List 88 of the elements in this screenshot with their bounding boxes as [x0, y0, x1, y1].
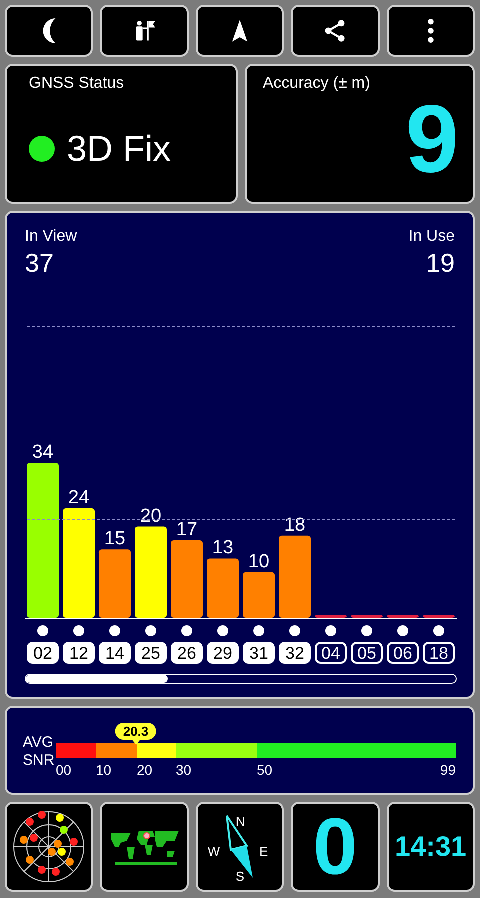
satellite-dot	[398, 625, 408, 636]
x-tick-label: 26	[178, 644, 196, 662]
scroll-bar[interactable]	[25, 674, 457, 684]
in-use-label: In Use	[408, 227, 455, 247]
card-title: Accuracy (± m)	[263, 74, 372, 94]
bar	[351, 614, 383, 618]
bar-value: 24	[68, 487, 90, 508]
speed-button[interactable]: 0	[291, 802, 380, 892]
moon-button[interactable]	[5, 5, 94, 57]
bar-value: 10	[248, 550, 270, 572]
world-map-icon	[108, 829, 181, 865]
clock-time: 14:31	[395, 833, 467, 861]
clock-button[interactable]: 14:31	[386, 802, 476, 892]
share-button[interactable]	[291, 5, 380, 57]
bar-value: 34	[32, 441, 54, 462]
more-icon	[428, 19, 434, 43]
x-tick-label: 06	[394, 644, 412, 662]
x-tick-label: 32	[286, 644, 304, 662]
bar	[207, 558, 239, 618]
scale-tick-label: 30	[176, 761, 192, 780]
x-tick-label: 31	[250, 644, 268, 662]
x-tick-label: 12	[70, 644, 88, 662]
x-tick-label: 29	[214, 644, 232, 662]
scale-tick-label: 50	[257, 761, 273, 780]
satellite-id-chip: 14	[99, 642, 131, 664]
north-label: N	[236, 813, 246, 831]
fix-status: 3D Fix	[67, 127, 172, 171]
satellite-id-chip: 12	[63, 642, 95, 664]
card-title: GNSS Status	[29, 74, 126, 94]
satellite-dot	[434, 625, 444, 636]
satellite-dot	[290, 625, 300, 636]
compass-button[interactable]: N E S W	[196, 802, 284, 892]
scale-tick-label: 99	[440, 761, 456, 780]
in-use-count: 19	[426, 247, 455, 280]
east-label: E	[260, 843, 268, 861]
x-tick-label: 25	[142, 644, 160, 662]
satellite-id-chip: 06	[387, 642, 419, 664]
satellite-id-chip: 29	[207, 642, 239, 664]
scale-tick-label: 00	[56, 761, 72, 780]
x-tick-label: 18	[430, 644, 448, 662]
avg-label: AVG	[23, 734, 55, 752]
satellite-dot	[146, 625, 156, 636]
satellite-id-chip: 04	[315, 642, 347, 664]
satellite-id-chip: 26	[171, 642, 203, 664]
satellite-dot	[182, 625, 192, 636]
in-view-count: 37	[25, 247, 55, 280]
navigation-arrow-button[interactable]	[196, 5, 284, 57]
bar-value: 13	[212, 537, 234, 558]
bar-value: 15	[104, 528, 126, 550]
in-view-label: In View	[25, 227, 78, 247]
satellite-id-chip: 18	[423, 642, 455, 664]
satellite-id-chip: 25	[135, 642, 167, 664]
satellite-dot	[218, 625, 228, 636]
bar-value: 17	[176, 518, 198, 540]
bar	[423, 614, 455, 618]
accuracy-value: 9	[406, 92, 459, 188]
scale-tick-label: 20	[137, 761, 153, 780]
speed-value: 0	[313, 807, 358, 887]
satellite-dot	[362, 625, 372, 636]
sky-plot-button[interactable]	[5, 802, 94, 892]
bar	[387, 614, 419, 618]
more-button[interactable]	[386, 5, 476, 57]
satellite-dot	[326, 625, 336, 636]
snr-label: SNR	[23, 752, 56, 770]
satellite-id-chip: 05	[351, 642, 383, 664]
bar	[243, 572, 275, 618]
satellite-id-chip: 32	[279, 642, 311, 664]
bar	[99, 549, 131, 618]
compass-needle-icon	[225, 814, 256, 880]
south-label: S	[236, 868, 244, 886]
x-tick-label: 04	[322, 644, 340, 662]
satellite-dot	[74, 625, 84, 636]
satellite-id-chip: 31	[243, 642, 275, 664]
bar	[315, 614, 347, 618]
world-map-button[interactable]	[100, 802, 189, 892]
x-tick-label: 02	[34, 644, 52, 662]
moon-icon	[42, 18, 56, 44]
west-label: W	[208, 843, 220, 861]
satellite-dot	[110, 625, 120, 636]
scale-tick-label: 10	[96, 761, 112, 780]
satellite-dot	[254, 625, 264, 636]
person-flag-button[interactable]	[100, 5, 189, 57]
x-tick-label: 14	[106, 644, 124, 662]
satellite-dot	[38, 625, 48, 636]
average-snr-badge: 20.3	[115, 723, 157, 740]
satellite-id-chip: 02	[27, 642, 59, 664]
sky-plot-icon	[12, 810, 86, 884]
x-tick-label: 05	[358, 644, 376, 662]
